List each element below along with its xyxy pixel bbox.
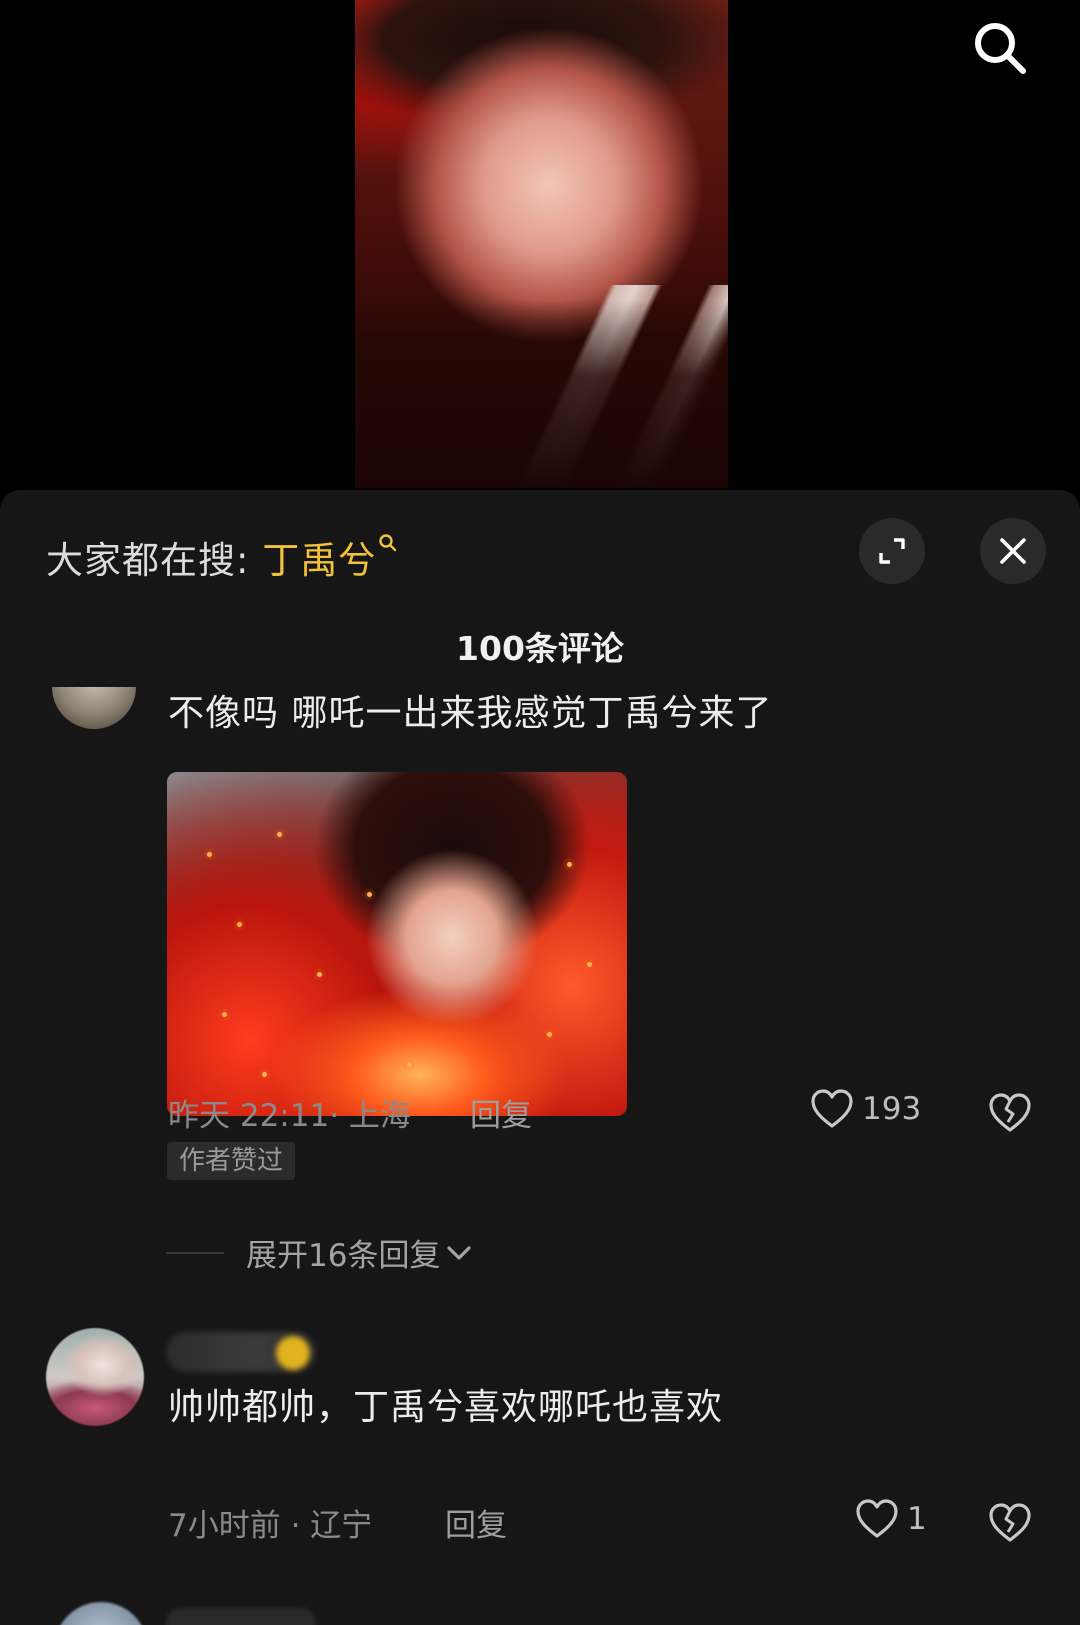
comment-count-title: 100条评论 xyxy=(456,629,624,668)
spark xyxy=(222,1012,227,1017)
heart-icon xyxy=(856,1499,898,1538)
trending-search: 大家都在搜: 丁禹兮 xyxy=(46,530,398,584)
chevron-down-icon xyxy=(447,1245,472,1260)
like-button[interactable]: 1 xyxy=(855,1498,927,1540)
comment-time-location: 7小时前 · 辽宁 xyxy=(168,1508,373,1544)
small-search-icon[interactable] xyxy=(378,533,398,553)
author-liked-badge: 作者赞过 xyxy=(167,1142,296,1180)
reply-button[interactable]: 回复 xyxy=(470,1090,532,1135)
close-panel-button[interactable] xyxy=(980,518,1046,584)
avatar[interactable] xyxy=(54,1602,148,1625)
spark xyxy=(277,832,282,837)
username-blurred[interactable] xyxy=(166,1608,316,1625)
comment-time-location: 昨天 22:11· 上海 xyxy=(168,1098,411,1134)
spark xyxy=(317,972,322,977)
divider-line xyxy=(166,1251,224,1254)
username-blurred[interactable] xyxy=(166,1332,316,1372)
avatar[interactable] xyxy=(46,1328,144,1426)
like-count: 1 xyxy=(907,1501,927,1537)
expand-replies-label: 展开16条回复 xyxy=(246,1238,441,1274)
trending-prefix: 大家都在搜: xyxy=(46,539,263,582)
video-area[interactable] xyxy=(0,0,1080,490)
trending-keyword-link[interactable]: 丁禹兮 xyxy=(262,539,376,582)
close-icon xyxy=(1000,538,1026,564)
video-robe-shadow xyxy=(355,300,728,488)
user-badge-icon xyxy=(276,1336,310,1370)
expand-panel-button[interactable] xyxy=(859,518,925,584)
spark xyxy=(237,922,242,927)
reply-button[interactable]: 回复 xyxy=(445,1500,507,1545)
like-button[interactable]: 193 xyxy=(810,1088,921,1130)
dislike-broken-heart-icon[interactable] xyxy=(987,1500,1033,1546)
comment-text[interactable]: 不像吗 哪吒一出来我感觉丁禹兮来了 xyxy=(168,684,772,736)
search-icon[interactable] xyxy=(968,16,1032,80)
spark xyxy=(367,892,372,897)
spark xyxy=(262,1072,267,1077)
video-thumbnail[interactable] xyxy=(355,0,728,488)
comment-text[interactable]: 帅帅都帅，丁禹兮喜欢哪吒也喜欢 xyxy=(168,1378,723,1430)
dislike-broken-heart-icon[interactable] xyxy=(987,1090,1033,1136)
comment-panel: 大家都在搜: 丁禹兮 100条评论 不像吗 哪吒一出来我感觉丁禹兮来了 昨天 2… xyxy=(0,490,1080,1625)
expand-replies-button[interactable]: 展开16条回复 xyxy=(166,1230,474,1275)
spark xyxy=(567,862,572,867)
heart-icon xyxy=(811,1089,853,1128)
spark xyxy=(587,962,592,967)
like-count: 193 xyxy=(862,1091,922,1127)
comment-image[interactable] xyxy=(167,772,627,1116)
spark xyxy=(207,852,212,857)
spark xyxy=(407,1062,412,1067)
expand-icon xyxy=(879,538,905,564)
spark xyxy=(547,1032,552,1037)
